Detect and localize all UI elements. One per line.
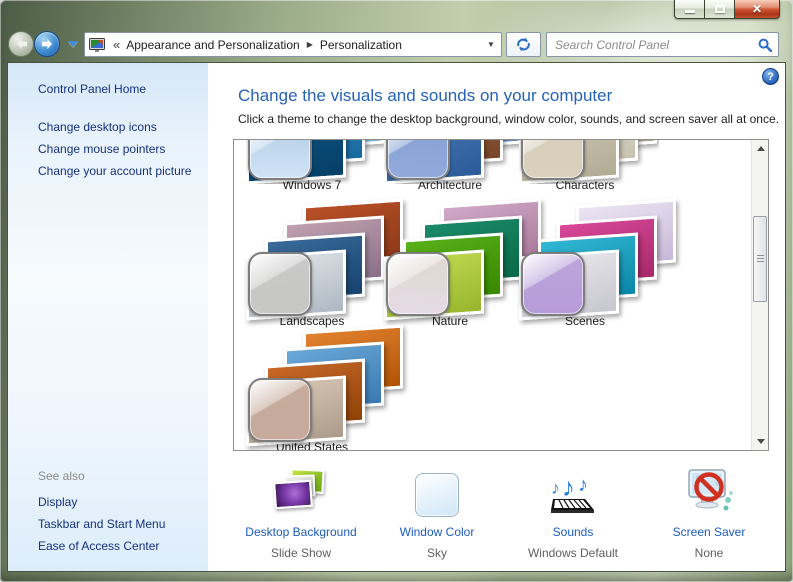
back-arrow-icon xyxy=(15,38,28,50)
search-icon[interactable] xyxy=(758,38,772,52)
recent-pages-dropdown[interactable] xyxy=(68,41,78,47)
theme-thumbnail xyxy=(246,202,406,320)
theme-glass-icon xyxy=(386,252,450,316)
forward-arrow-icon xyxy=(41,38,54,50)
personalization-window: ✕ « Appearance and Personalization ▶ Per… xyxy=(0,0,793,582)
refresh-button[interactable] xyxy=(506,32,541,57)
search-input[interactable] xyxy=(553,37,758,53)
close-button[interactable]: ✕ xyxy=(734,0,780,19)
scroll-down-button[interactable] xyxy=(752,433,769,450)
theme-thumbnail xyxy=(384,140,524,184)
desktop-background-icon[interactable] xyxy=(272,459,330,517)
svg-text:♪: ♪ xyxy=(551,478,560,498)
sounds-icon[interactable]: ♪♪♪ xyxy=(548,459,598,517)
scroll-down-icon xyxy=(757,439,765,444)
theme-thumbnail xyxy=(519,202,679,320)
see-also-link-2[interactable]: Ease of Access Center xyxy=(38,535,165,557)
see-also-link-1[interactable]: Taskbar and Start Menu xyxy=(38,513,165,535)
help-button[interactable]: ? xyxy=(762,68,779,85)
sidebar-task-list: Change desktop iconsChange mouse pointer… xyxy=(38,116,191,182)
theme-thumbnail xyxy=(246,140,386,184)
theme-item-united-states[interactable]: United States xyxy=(246,328,386,451)
see-also-link-0[interactable]: Display xyxy=(38,491,165,513)
theme-glass-icon xyxy=(386,140,450,180)
theme-thumbnail-clipped xyxy=(519,140,659,184)
maximize-icon xyxy=(715,5,725,13)
theme-glass-icon xyxy=(248,378,312,442)
help-icon: ? xyxy=(767,71,774,83)
setting-link[interactable]: Desktop Background xyxy=(245,525,356,539)
sidebar-item-control-panel-home[interactable]: Control Panel Home xyxy=(38,82,146,96)
photo-front xyxy=(273,480,313,510)
theme-item-nature[interactable]: Nature xyxy=(384,202,524,328)
scrollbar-thumb[interactable] xyxy=(753,216,767,302)
breadcrumb-overflow-chevron[interactable]: « xyxy=(113,37,120,52)
scroll-up-icon xyxy=(757,146,765,151)
theme-item-characters[interactable]: Characters xyxy=(519,140,659,192)
setting-desktop-background: Desktop Background Slide Show xyxy=(233,459,369,565)
theme-thumbnail-clipped xyxy=(384,140,524,184)
theme-thumbnail xyxy=(246,328,406,446)
theme-item-architecture[interactable]: Architecture xyxy=(384,140,524,192)
refresh-icon xyxy=(515,37,532,52)
address-dropdown-icon[interactable]: ▼ xyxy=(483,40,499,49)
theme-item-scenes[interactable]: Scenes xyxy=(519,202,659,328)
see-also-header: See also xyxy=(38,469,85,483)
settings-row: Desktop Background Slide Show Window Color… xyxy=(233,459,777,565)
sidebar-task-1[interactable]: Change mouse pointers xyxy=(38,138,191,160)
setting-value: Slide Show xyxy=(271,546,331,560)
address-bar[interactable]: « Appearance and Personalization ▶ Perso… xyxy=(84,32,502,57)
setting-value: Sky xyxy=(427,546,447,560)
page-title: Change the visuals and sounds on your co… xyxy=(238,86,612,106)
scroll-up-button[interactable] xyxy=(752,140,769,157)
screen-saver-icon[interactable] xyxy=(683,459,735,517)
setting-link[interactable]: Screen Saver xyxy=(673,525,746,539)
navigation-bar: « Appearance and Personalization ▶ Perso… xyxy=(0,28,793,62)
sidebar: Control Panel Home Change desktop iconsC… xyxy=(8,63,208,571)
breadcrumb-separator-icon: ▶ xyxy=(307,40,313,49)
back-button[interactable] xyxy=(8,31,34,57)
window-controls: ✕ xyxy=(674,0,780,19)
setting-screen-saver: Screen Saver None xyxy=(641,459,777,565)
setting-window-color: Window Color Sky xyxy=(369,459,505,565)
setting-link[interactable]: Window Color xyxy=(400,525,475,539)
sidebar-task-0[interactable]: Change desktop icons xyxy=(38,116,191,138)
search-box xyxy=(546,32,779,57)
theme-glass-icon xyxy=(248,252,312,316)
theme-glass-icon xyxy=(521,252,585,316)
setting-sounds: ♪♪♪SoundsWindows Default xyxy=(505,459,641,565)
setting-value: Windows Default xyxy=(528,546,618,560)
theme-thumbnail xyxy=(519,140,659,184)
page-subtitle: Click a theme to change the desktop back… xyxy=(238,112,779,126)
close-icon: ✕ xyxy=(752,3,762,15)
breadcrumb-item-personalization[interactable]: Personalization xyxy=(318,38,404,52)
minimize-icon xyxy=(685,10,695,13)
theme-item-landscapes[interactable]: Landscapes xyxy=(246,202,386,328)
theme-glass-icon xyxy=(248,140,312,180)
theme-glass-icon xyxy=(521,140,585,180)
svg-text:♪: ♪ xyxy=(562,472,575,502)
setting-value: None xyxy=(695,546,724,560)
minimize-button[interactable] xyxy=(674,0,704,19)
content-area: Control Panel Home Change desktop iconsC… xyxy=(7,62,786,572)
theme-thumbnail-clipped xyxy=(246,140,386,184)
window-color-icon[interactable] xyxy=(415,459,459,517)
theme-gallery: Windows 7ArchitectureCharacters Landscape… xyxy=(233,139,769,451)
scrollbar-grip-icon xyxy=(757,255,764,263)
theme-item-windows-7[interactable]: Windows 7 xyxy=(246,140,386,192)
breadcrumb-item-appearance[interactable]: Appearance and Personalization xyxy=(124,38,301,52)
setting-link[interactable]: Sounds xyxy=(553,525,594,539)
maximize-button[interactable] xyxy=(704,0,734,19)
personalization-icon xyxy=(89,38,105,52)
scrollbar[interactable] xyxy=(751,140,768,450)
sidebar-task-2[interactable]: Change your account picture xyxy=(38,160,191,182)
forward-button[interactable] xyxy=(34,31,60,57)
see-also-list: DisplayTaskbar and Start MenuEase of Acc… xyxy=(38,491,165,557)
svg-text:♪: ♪ xyxy=(578,474,588,496)
